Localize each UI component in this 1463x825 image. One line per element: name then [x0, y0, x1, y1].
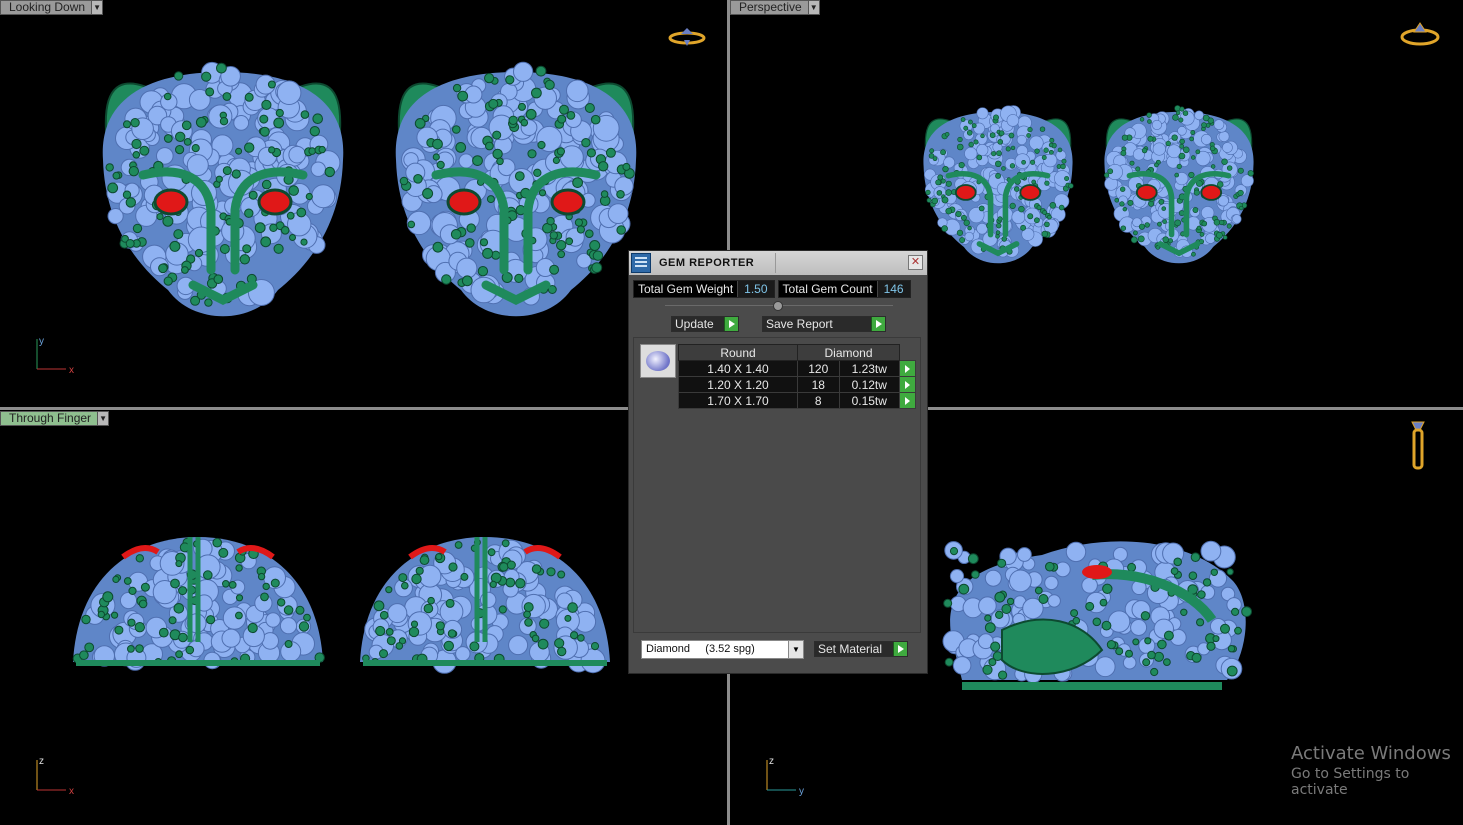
gem-weight: 0.15tw	[838, 392, 900, 409]
play-icon[interactable]	[893, 642, 907, 656]
save-report-button[interactable]: Save Report	[762, 316, 886, 332]
titlebar-separator	[775, 253, 776, 273]
update-button[interactable]: Update	[671, 316, 739, 332]
axis-gizmo: z y	[766, 756, 804, 797]
total-gem-weight-label: Total Gem Weight	[634, 281, 738, 297]
watermark-title: Activate Windows	[1291, 743, 1451, 764]
set-material-button-label: Set Material	[815, 642, 893, 656]
gem-count: 18	[797, 376, 840, 393]
panther-side	[942, 540, 1253, 690]
svg-text:z: z	[769, 756, 774, 767]
panther-head-right	[395, 61, 637, 317]
collapse-handle[interactable]	[665, 301, 893, 311]
panther-head-left	[102, 61, 344, 317]
svg-text:y: y	[799, 786, 804, 797]
total-gem-count-value: 146	[876, 281, 910, 297]
table-row[interactable]: 1.40 X 1.40 120 1.23tw	[678, 360, 916, 377]
jewelry-top-view	[102, 61, 637, 317]
gem-list-panel: Round Diamond 1.40 X 1.40 120 1.23tw 1.2…	[633, 337, 921, 633]
material-select[interactable]: Diamond (3.52 spg) ▼	[641, 640, 804, 659]
update-button-label: Update	[672, 317, 724, 331]
panther-dome-right	[360, 537, 610, 674]
svg-text:x: x	[69, 786, 74, 797]
play-icon[interactable]	[871, 317, 885, 331]
save-report-button-label: Save Report	[763, 317, 871, 331]
column-header-shape: Round	[678, 344, 798, 361]
viewport-through-finger[interactable]: Through Finger ▼ z x	[0, 410, 727, 825]
total-gem-weight-value: 1.50	[737, 281, 774, 297]
table-row[interactable]: 1.20 X 1.20 18 0.12tw	[678, 376, 916, 393]
table-row[interactable]: 1.70 X 1.70 8 0.15tw	[678, 392, 916, 409]
jewelry-front-view	[72, 537, 610, 674]
svg-text:z: z	[39, 756, 44, 767]
collapse-knob-icon[interactable]	[773, 301, 783, 311]
watermark-subtitle: Go to Settings to activate	[1291, 766, 1410, 798]
gem-reporter-dialog: GEM REPORTER ✕ Total Gem Weight 1.50 Tot…	[628, 250, 928, 674]
gem-count: 120	[797, 360, 840, 377]
gem-summary: Total Gem Weight 1.50 Total Gem Count 14…	[633, 280, 923, 298]
svg-text:x: x	[69, 365, 74, 376]
chevron-down-icon[interactable]: ▼	[788, 641, 803, 658]
gem-size: 1.40 X 1.40	[678, 360, 798, 377]
gem-size: 1.70 X 1.70	[678, 392, 798, 409]
material-select-value: Diamond (3.52 spg)	[646, 643, 755, 655]
gem-count: 8	[797, 392, 840, 409]
gem-table: Round Diamond 1.40 X 1.40 120 1.23tw 1.2…	[678, 344, 916, 409]
panther-head-left	[923, 105, 1074, 264]
svg-text:y: y	[39, 336, 44, 347]
axis-gizmo: z x	[36, 756, 74, 797]
play-icon[interactable]	[899, 360, 916, 377]
close-icon[interactable]: ✕	[908, 255, 923, 270]
dialog-title: GEM REPORTER	[659, 257, 755, 269]
column-header-material: Diamond	[797, 344, 900, 361]
panther-head-right	[1103, 105, 1254, 264]
round-gem-icon[interactable]	[640, 344, 676, 378]
total-gem-weight: Total Gem Weight 1.50	[633, 280, 775, 298]
gem-reporter-icon	[631, 253, 651, 273]
gem-size: 1.20 X 1.20	[678, 376, 798, 393]
dialog-titlebar[interactable]: GEM REPORTER ✕	[629, 251, 927, 275]
viewport-looking-down[interactable]: Looking Down ▼ y x	[0, 0, 727, 407]
play-icon[interactable]	[899, 376, 916, 393]
play-icon[interactable]	[724, 317, 738, 331]
set-material-button[interactable]: Set Material	[814, 641, 908, 657]
gem-weight: 1.23tw	[838, 360, 900, 377]
total-gem-count-label: Total Gem Count	[778, 281, 877, 297]
axis-gizmo: y x	[36, 336, 74, 376]
gem-weight: 0.12tw	[838, 376, 900, 393]
play-icon[interactable]	[899, 392, 916, 409]
activation-watermark: Activate Windows Go to Settings to activ…	[1291, 743, 1463, 798]
panther-dome-left	[72, 537, 325, 671]
total-gem-count: Total Gem Count 146	[777, 280, 911, 298]
